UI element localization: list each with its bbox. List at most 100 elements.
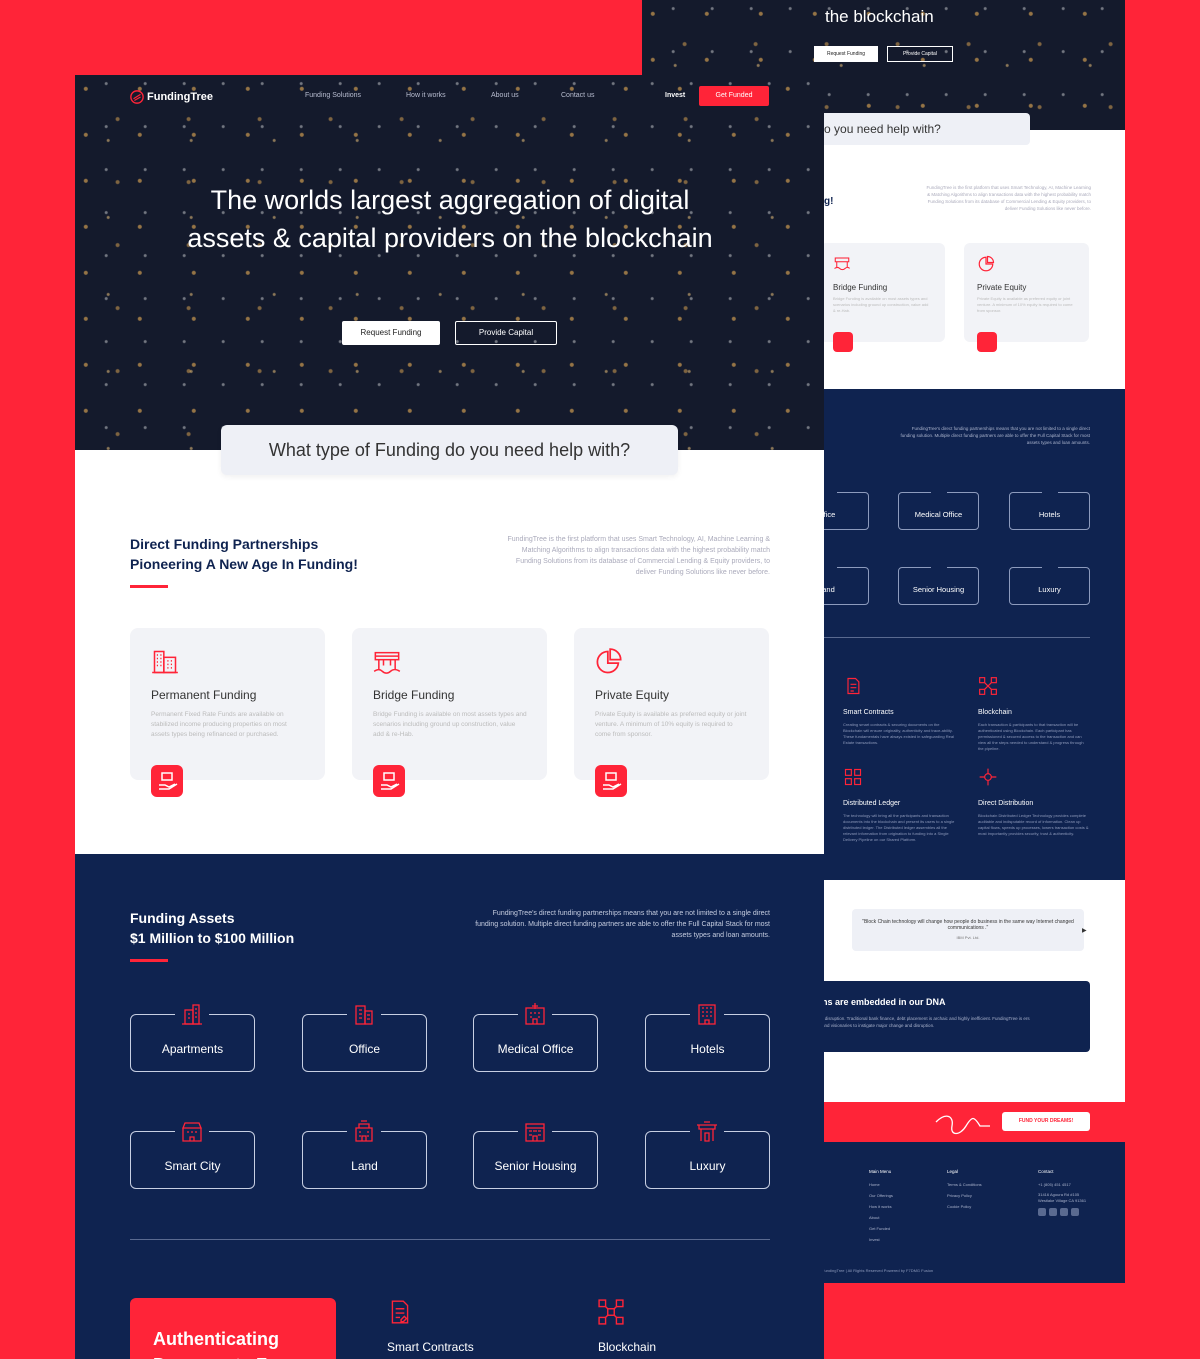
back-tile-medical-office[interactable]: Medical Office	[898, 486, 979, 530]
card-action-button[interactable]	[595, 765, 627, 797]
back-card-title: Bridge Funding	[833, 283, 888, 292]
funding-assets-heading: Funding Assets $1 Million to $100 Millio…	[130, 908, 294, 948]
social-icon[interactable]	[1049, 1208, 1057, 1216]
card-title: Permanent Funding	[151, 688, 257, 702]
social-icon[interactable]	[1038, 1208, 1046, 1216]
get-funded-button[interactable]: Get Funded	[699, 86, 769, 106]
back-feature-desc: Each transaction & participants to that …	[978, 722, 1084, 751]
tile-land[interactable]: Land	[302, 1119, 427, 1189]
office-icon	[355, 1005, 373, 1025]
footer-copyright: FundingTree | All Rights Reserved Powere…	[822, 1268, 934, 1273]
tile-senior-housing[interactable]: Senior Housing	[473, 1119, 598, 1189]
provide-capital-button[interactable]: Provide Capital	[455, 321, 557, 345]
back-card-action-button[interactable]	[833, 332, 853, 352]
hand-money-icon	[381, 772, 400, 790]
hospital-icon	[931, 486, 947, 500]
footer-address: 31416 Agoura Rd #105 Westlake Village CA…	[1038, 1192, 1087, 1203]
tile-apartments[interactable]: Apartments	[130, 1002, 255, 1072]
card-title: Bridge Funding	[373, 688, 455, 702]
card-desc: Private Equity is available as preferred…	[595, 711, 747, 738]
tile-luxury[interactable]: Luxury	[645, 1119, 770, 1189]
logo-icon	[130, 90, 144, 104]
back-assets-paragraph: FundingTree's direct funding partnership…	[900, 426, 1090, 445]
footer-link-privacy[interactable]: Privacy Policy	[947, 1190, 982, 1201]
card-action-button[interactable]	[151, 765, 183, 797]
card-bridge-funding[interactable]: Bridge Funding Bridge Funding is availab…	[352, 628, 547, 797]
hero-title: The worlds largest aggregation of digita…	[187, 185, 713, 253]
social-icon[interactable]	[1071, 1208, 1079, 1216]
back-tile-senior-housing[interactable]: Senior Housing	[898, 561, 979, 605]
tile-hotels[interactable]: Hotels	[645, 1002, 770, 1072]
back-feature-distributed-ledger: Distributed Ledger The technology will b…	[843, 767, 955, 843]
funding-question-bar[interactable]: What type of Funding do you need help wi…	[221, 425, 678, 475]
card-private-equity[interactable]: Private Equity Private Equity is availab…	[574, 628, 769, 797]
nav-contact-us[interactable]: Contact us	[561, 92, 594, 99]
footer-link-cookie[interactable]: Cookie Policy	[947, 1201, 982, 1212]
auth-title: Authenticating Documents For	[153, 1329, 285, 1359]
back-tile-hotels[interactable]: Hotels	[1009, 486, 1090, 530]
senior-housing-icon	[931, 561, 947, 575]
feature-smart-contracts: Smart Contracts	[387, 1299, 474, 1354]
footer-link-terms[interactable]: Terms & Conditions	[947, 1179, 982, 1190]
back-feature-desc: Blockchain Distributed Ledger Technology…	[978, 813, 1089, 836]
tile-label: Apartments	[161, 1042, 224, 1056]
nav-how-it-works[interactable]: How it works	[406, 92, 446, 99]
footer-contact: Contact +1 (805) 451 4517 31416 Agoura R…	[1038, 1166, 1096, 1220]
footer-link-invest[interactable]: Invest	[869, 1234, 893, 1245]
footer-link-offerings[interactable]: Our Offerings	[869, 1190, 893, 1201]
tile-office[interactable]: Office	[302, 1002, 427, 1072]
quote-next-arrow[interactable]: ▶	[1082, 927, 1087, 934]
hero-section: FundingTree Funding Solutions How it wor…	[75, 75, 824, 450]
hospital-icon	[525, 1003, 545, 1025]
hand-money-icon	[159, 772, 178, 790]
office-icon-wrap	[347, 1002, 381, 1028]
footer-link-about[interactable]: About	[869, 1212, 893, 1223]
back-provide-capital-button[interactable]: Provide Capital	[887, 46, 953, 62]
footer-link-how[interactable]: How it works	[869, 1201, 893, 1212]
main-page-preview: FundingTree Funding Solutions How it wor…	[75, 75, 824, 1359]
tile-label: Senior Housing	[494, 1159, 577, 1173]
direct-heading-line1: Direct Funding Partnerships	[130, 536, 319, 552]
back-tile-label: Hotels	[1038, 510, 1061, 519]
request-funding-button[interactable]: Request Funding	[342, 321, 440, 345]
back-card-bridge[interactable]: Bridge Funding Bridge Funding is availab…	[820, 243, 945, 352]
footer-link-get-funded[interactable]: Get Funded	[869, 1223, 893, 1234]
back-feature-direct-distribution: Direct Distribution Blockchain Distribut…	[978, 767, 1090, 837]
nav-funding-solutions[interactable]: Funding Solutions	[305, 92, 361, 99]
hotel-icon	[698, 1004, 716, 1025]
back-card-action-button[interactable]	[977, 332, 997, 352]
back-request-funding-button[interactable]: Request Funding	[814, 46, 878, 62]
back-tile-label: Luxury	[1038, 585, 1061, 594]
blockchain-icon	[979, 677, 997, 695]
section-divider	[130, 1239, 770, 1240]
back-feature-title: Blockchain	[978, 709, 1012, 716]
direct-funding-paragraph: FundingTree is the first platform that u…	[507, 536, 770, 576]
tile-medical-office[interactable]: Medical Office	[473, 1002, 598, 1072]
nav-about-us[interactable]: About us	[491, 92, 519, 99]
tile-label: Office	[348, 1042, 381, 1056]
nav-invest[interactable]: Invest	[665, 92, 685, 99]
back-feature-title: Direct Distribution	[978, 800, 1034, 807]
back-feature-blockchain: Blockchain Each transaction & participan…	[978, 676, 1090, 752]
pie-chart-icon	[978, 255, 995, 272]
card-action-button[interactable]	[373, 765, 405, 797]
dna-text: r disruption. Traditional bank finance, …	[822, 1016, 1030, 1028]
back-heading-fragment: g!	[824, 196, 834, 207]
back-tile-luxury[interactable]: Luxury	[1009, 561, 1090, 605]
back-card-equity[interactable]: Private Equity Private Equity is availab…	[964, 243, 1089, 352]
logo[interactable]: FundingTree	[130, 90, 213, 104]
card-permanent-funding[interactable]: Permanent Funding Permanent Fixed Rate F…	[130, 628, 325, 797]
ledger-icon	[844, 768, 862, 786]
card-desc: Permanent Fixed Rate Funds are available…	[151, 711, 287, 738]
social-icon[interactable]	[1060, 1208, 1068, 1216]
footer-link-home[interactable]: Home	[869, 1179, 893, 1190]
quote-author: IBM Pvt. Ltd.	[956, 935, 980, 940]
footer-main-menu: Main Menu Home Our Offerings How it work…	[869, 1166, 893, 1245]
dna-heading: ns are embedded in our DNA	[822, 997, 946, 1007]
tile-smart-city[interactable]: Smart City	[130, 1119, 255, 1189]
direct-heading-line2: Pioneering A New Age In Funding!	[130, 556, 358, 572]
fund-your-dreams-button[interactable]: FUND YOUR DREAMS!	[1002, 1112, 1090, 1131]
land-icon	[355, 1120, 373, 1142]
card-title: Private Equity	[595, 688, 670, 702]
distribution-icon	[979, 768, 997, 786]
